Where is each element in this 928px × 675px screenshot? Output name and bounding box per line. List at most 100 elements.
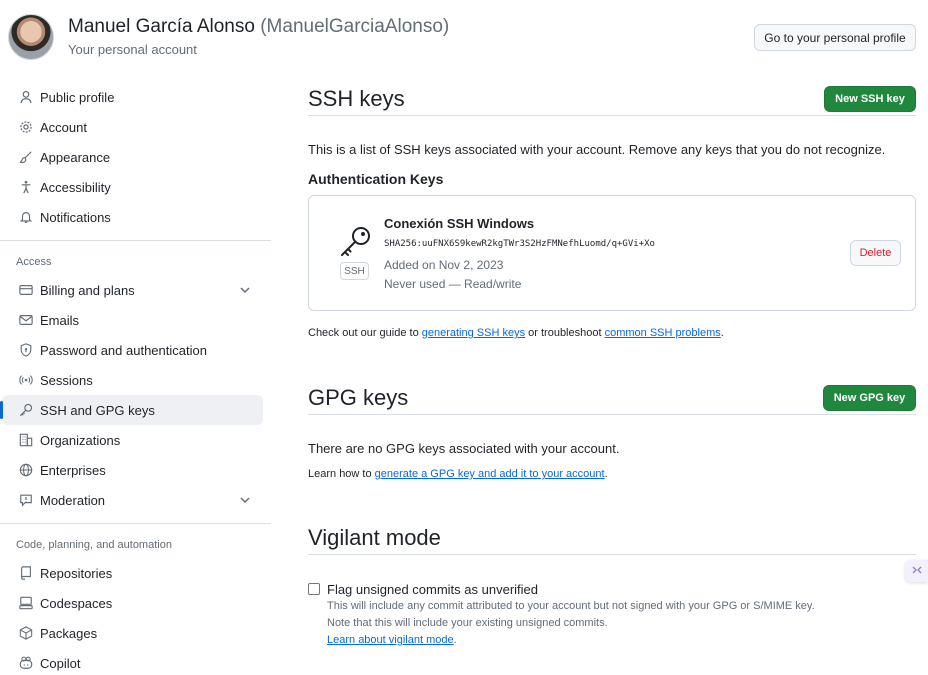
sidebar-item-codespaces[interactable]: Codespaces: [2, 588, 263, 618]
repo-icon: [18, 565, 34, 581]
gear-icon: [18, 119, 34, 135]
sidebar-item-public-profile[interactable]: Public profile: [2, 82, 263, 112]
ssh-keys-title: SSH keys: [308, 86, 405, 111]
gpg-keys-header: GPG keys New GPG key: [308, 381, 916, 415]
generate-gpg-key-link[interactable]: generate a GPG key and add it to your ac…: [375, 468, 605, 480]
learn-prefix: Learn how to: [308, 468, 375, 480]
organization-icon: [18, 432, 34, 448]
key-icon: [18, 402, 34, 418]
sidebar-item-label: Enterprises: [40, 462, 106, 478]
sidebar-item-enterprises[interactable]: Enterprises: [2, 455, 263, 485]
ssh-description: This is a list of SSH keys associated wi…: [308, 142, 886, 157]
gpg-keys-title: GPG keys: [308, 385, 409, 410]
sidebar-item-notifications[interactable]: Notifications: [2, 202, 263, 232]
copilot-icon: [18, 655, 34, 671]
sidebar-item-billing[interactable]: Billing and plans: [2, 275, 263, 305]
generating-ssh-keys-link[interactable]: generating SSH keys: [422, 327, 525, 339]
delete-key-button[interactable]: Delete: [850, 240, 901, 266]
vigilant-mode-checkbox[interactable]: [308, 583, 320, 595]
key-usage: Never used — Read/write: [384, 277, 522, 291]
learn-suffix: .: [604, 468, 608, 480]
ssh-badge: SSH: [340, 262, 369, 280]
sidebar-divider: [0, 523, 271, 524]
guide-mid: or troubleshoot: [525, 327, 605, 339]
codespaces-icon: [18, 595, 34, 611]
sidebar-item-label: Emails: [40, 312, 80, 328]
sidebar-item-label: Appearance: [40, 149, 111, 165]
sidebar-item-moderation[interactable]: Moderation: [2, 485, 263, 515]
sidebar-item-emails[interactable]: Emails: [2, 305, 263, 335]
sidebar-item-label: Organizations: [40, 432, 121, 448]
avatar[interactable]: [8, 14, 54, 60]
report-icon: [18, 492, 34, 508]
bell-icon: [18, 209, 34, 225]
new-ssh-key-button[interactable]: New SSH key: [824, 86, 916, 112]
person-icon: [18, 89, 34, 105]
sidebar-item-label: Copilot: [40, 655, 81, 671]
ssh-key-card: SSH Conexión SSH Windows SHA256:uuFNX6S9…: [308, 195, 916, 311]
sidebar-item-label: Packages: [40, 625, 98, 641]
sidebar-item-appearance[interactable]: Appearance: [2, 142, 263, 172]
sidebar-item-label: Codespaces: [40, 595, 113, 611]
shield-lock-icon: [18, 342, 34, 358]
sidebar-item-repositories[interactable]: Repositories: [2, 558, 263, 588]
vigilant-mode-title: Vigilant mode: [308, 525, 441, 550]
new-gpg-key-button[interactable]: New GPG key: [823, 385, 916, 411]
guide-prefix: Check out our guide to: [308, 327, 422, 339]
sidebar-item-label: Account: [40, 119, 87, 135]
sidebar-item-copilot[interactable]: Copilot: [2, 648, 263, 675]
vigilant-note-2: Note that this will include your existin…: [327, 617, 608, 629]
gpg-empty-text: There are no GPG keys associated with yo…: [308, 441, 620, 456]
sidebar-item-sessions[interactable]: Sessions: [2, 365, 263, 395]
floating-widget[interactable]: [905, 560, 928, 582]
authentication-keys-heading: Authentication Keys: [308, 171, 444, 187]
sidebar-item-accessibility[interactable]: Accessibility: [2, 172, 263, 202]
sidebar-item-ssh-gpg-keys[interactable]: SSH and GPG keys: [0, 395, 263, 425]
vigilant-note-1: This will include any commit attributed …: [327, 600, 815, 612]
sidebar-item-account[interactable]: Account: [2, 112, 263, 142]
sidebar-item-label: Sessions: [40, 372, 93, 388]
sidebar-item-label: Moderation: [40, 492, 106, 508]
ssh-keys-header: SSH keys New SSH key: [308, 82, 916, 116]
vigilant-link-suffix: .: [453, 634, 457, 646]
chevron-down-icon[interactable]: [237, 492, 253, 508]
go-to-profile-button[interactable]: Go to your personal profile: [754, 24, 916, 51]
sidebar-item-label: Billing and plans: [40, 282, 135, 298]
account-subtitle: Your personal account: [68, 42, 197, 57]
vigilant-learn: Learn about vigilant mode.: [327, 634, 457, 646]
settings-header: Manuel García Alonso (ManuelGarciaAlonso…: [0, 0, 928, 70]
user-heading: Manuel García Alonso (ManuelGarciaAlonso…: [68, 16, 449, 38]
vigilant-checkbox-label[interactable]: Flag unsigned commits as unverified: [327, 582, 538, 597]
user-login: (ManuelGarciaAlonso): [260, 16, 450, 37]
chevron-down-icon[interactable]: [237, 282, 253, 298]
gpg-learn-text: Learn how to generate a GPG key and add …: [308, 468, 608, 480]
broadcast-icon: [18, 372, 34, 388]
key-title: Conexión SSH Windows: [384, 216, 535, 231]
mail-icon: [18, 312, 34, 328]
display-name: Manuel García Alonso: [68, 16, 255, 37]
sidebar-item-packages[interactable]: Packages: [2, 618, 263, 648]
paintbrush-icon: [18, 149, 34, 165]
key-icon: [337, 224, 373, 260]
globe-icon: [18, 462, 34, 478]
settings-sidebar: Public profile Account Appearance Access…: [0, 82, 272, 675]
ssh-guide-text: Check out our guide to generating SSH ke…: [308, 327, 724, 339]
sidebar-item-organizations[interactable]: Organizations: [2, 425, 263, 455]
sidebar-item-label: SSH and GPG keys: [40, 402, 155, 418]
guide-suffix: .: [720, 327, 724, 339]
accessibility-icon: [18, 179, 34, 195]
common-ssh-problems-link[interactable]: common SSH problems: [605, 327, 721, 339]
sidebar-item-label: Password and authentication: [40, 342, 207, 358]
sidebar-item-label: Repositories: [40, 565, 113, 581]
learn-vigilant-mode-link[interactable]: Learn about vigilant mode: [327, 634, 454, 646]
sidebar-heading-access: Access: [16, 256, 52, 268]
sidebar-item-label: Public profile: [40, 89, 115, 105]
sidebar-item-password[interactable]: Password and authentication: [2, 335, 263, 365]
sidebar-item-label: Notifications: [40, 209, 111, 225]
package-icon: [18, 625, 34, 641]
sidebar-heading-code: Code, planning, and automation: [16, 539, 172, 551]
main-content: SSH keys New SSH key This is a list of S…: [308, 82, 916, 646]
sidebar-item-label: Accessibility: [40, 179, 111, 195]
key-added-date: Added on Nov 2, 2023: [384, 258, 504, 272]
key-fingerprint: SHA256:uuFNX6S9kewR2kgTWr3S2HzFMNefhLuom…: [384, 239, 655, 249]
